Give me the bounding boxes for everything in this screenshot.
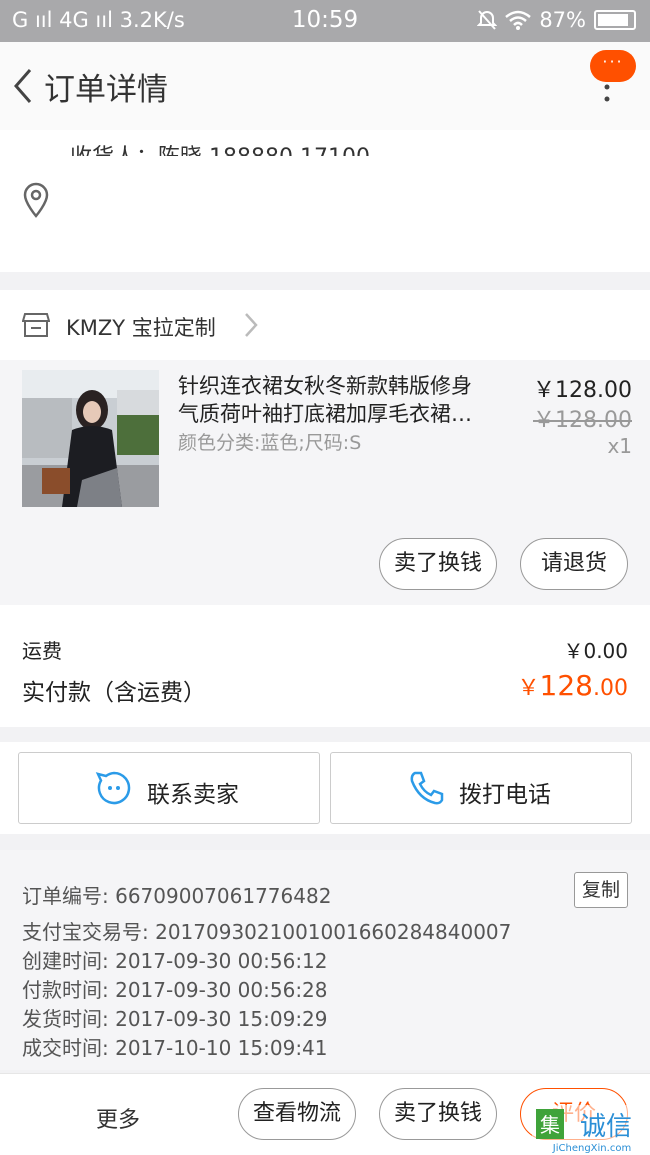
chat-face-icon	[95, 771, 131, 805]
paid-amount: ￥128.00	[518, 669, 628, 702]
shipping-label: 运费	[22, 639, 62, 663]
battery-icon	[594, 10, 636, 30]
phone-icon	[410, 771, 444, 805]
address-redacted	[62, 156, 634, 252]
address-section[interactable]: 收货人：陈晓 188880 17100	[0, 130, 650, 272]
more-link[interactable]: 更多	[96, 1102, 140, 1134]
location-pin-icon	[23, 182, 49, 218]
completed-time: 成交时间: 2017-10-10 15:09:41	[22, 1036, 328, 1060]
nav-bar: 订单详情 ···	[0, 42, 650, 130]
battery-percent: 87%	[539, 8, 586, 32]
wifi-icon	[505, 10, 532, 30]
alipay-trade-number: 支付宝交易号: 2017093021001001660284840007	[22, 920, 512, 944]
shop-name: KMZY 宝拉定制	[66, 316, 216, 340]
order-info-section: 订单编号: 66709007061776482 复制 支付宝交易号: 20170…	[0, 850, 650, 1070]
copy-button[interactable]: 复制	[574, 872, 628, 908]
sell-item-button[interactable]: 卖了换钱	[379, 538, 497, 590]
shipping-time: 发货时间: 2017-09-30 15:09:29	[22, 1007, 328, 1031]
product-title[interactable]: 针织连衣裙女秋冬新款韩版修身气质荷叶袖打底裙加厚毛衣裙…	[178, 372, 488, 428]
product-photo-icon	[22, 370, 159, 507]
store-icon	[22, 313, 50, 337]
paid-currency: ￥	[517, 676, 540, 701]
paid-label: 实付款（含运费）	[22, 680, 206, 706]
page-title: 订单详情	[44, 72, 168, 108]
order-item: 针织连衣裙女秋冬新款韩版修身气质荷叶袖打底裙加厚毛衣裙… 颜色分类:蓝色;尺码:…	[0, 360, 650, 605]
more-vertical-icon	[604, 84, 610, 102]
call-phone-label: 拨打电话	[459, 782, 551, 808]
shipping-value: ￥0.00	[563, 639, 628, 663]
call-phone-button[interactable]: 拨打电话	[330, 752, 632, 824]
payment-time: 付款时间: 2017-09-30 00:56:28	[22, 978, 328, 1002]
product-original-price: ￥128.00	[533, 408, 632, 433]
return-request-button[interactable]: 请退货	[520, 538, 628, 590]
shop-row[interactable]: KMZY 宝拉定制	[0, 290, 650, 360]
watermark-text: 诚信	[580, 1112, 632, 1142]
sell-button[interactable]: 卖了换钱	[379, 1088, 497, 1140]
created-time: 创建时间: 2017-09-30 00:56:12	[22, 949, 328, 973]
watermark-domain: JiChengXin.com	[552, 1143, 631, 1154]
product-thumbnail[interactable]	[22, 370, 159, 507]
product-sku: 颜色分类:蓝色;尺码:S	[178, 432, 362, 454]
product-price: ￥128.00	[533, 378, 632, 403]
alarm-off-icon	[477, 10, 498, 30]
paid-integer: 128	[539, 669, 593, 702]
contact-seller-button[interactable]: 联系卖家	[18, 752, 320, 824]
contact-seller-label: 联系卖家	[147, 782, 239, 808]
paid-decimal: .00	[593, 676, 628, 701]
more-menu-button[interactable]: ···	[588, 48, 636, 104]
contact-section: 联系卖家 拨打电话	[0, 742, 650, 834]
watermark-logo: 集 诚信 JiChengXin.com	[532, 1105, 650, 1155]
product-quantity: x1	[607, 434, 632, 458]
view-logistics-button[interactable]: 查看物流	[238, 1088, 356, 1140]
status-right: 87%	[477, 8, 636, 32]
chevron-right-icon	[245, 313, 258, 337]
svg-text:集: 集	[540, 1113, 560, 1137]
status-bar: G ııl 4G ııl 3.2K/s 10:59 87%	[0, 0, 650, 42]
watermark-icon: 集 诚信 JiChengXin.com	[532, 1105, 650, 1155]
fee-section: 运费 ￥0.00 实付款（含运费） ￥128.00	[0, 605, 650, 727]
back-arrow-icon[interactable]	[8, 64, 38, 108]
order-number: 订单编号: 66709007061776482	[22, 884, 332, 908]
message-bubble-icon: ···	[590, 50, 636, 82]
